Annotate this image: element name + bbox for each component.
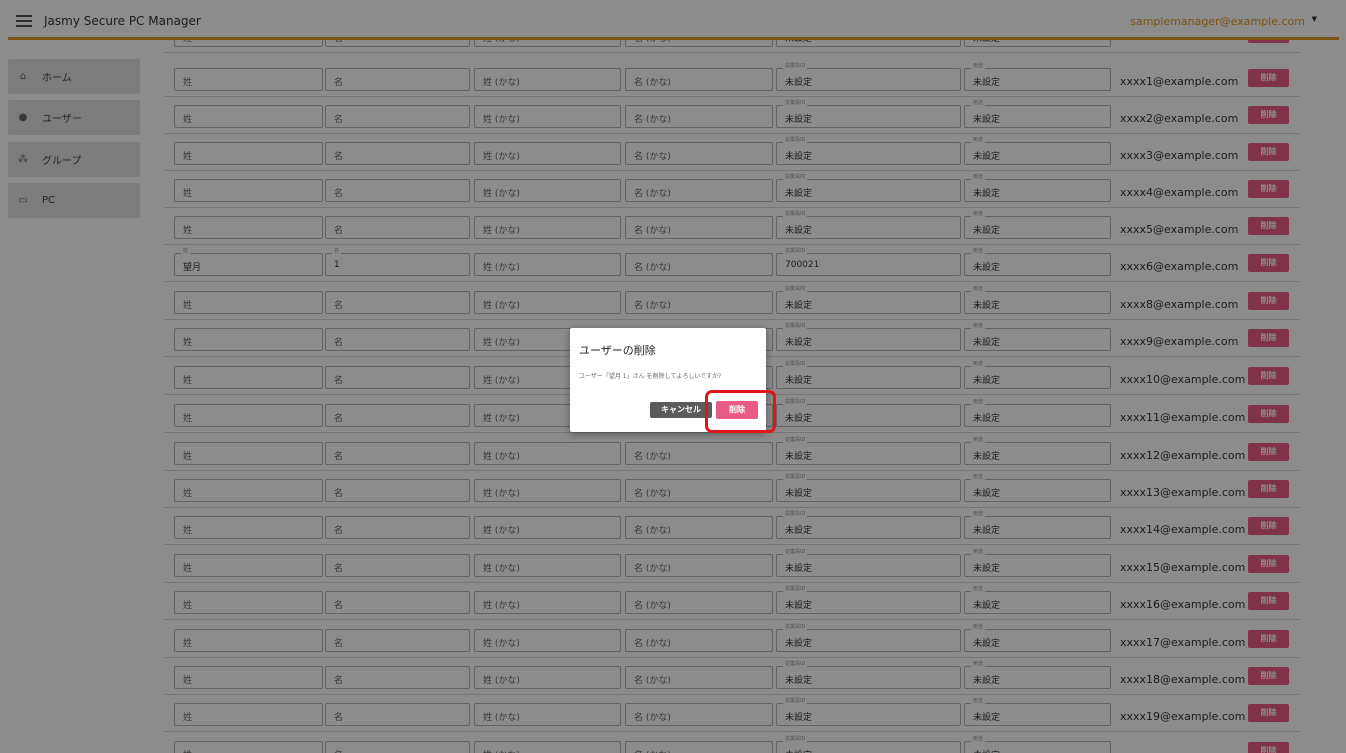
cancel-button[interactable]: キャンセル xyxy=(650,402,712,418)
dialog-title: ユーザーの削除 xyxy=(579,344,656,357)
dialog-message: ユーザー「望月 1」さん を削除してよろしいですか? xyxy=(579,373,722,380)
confirm-delete-button[interactable]: 削除 xyxy=(716,401,758,419)
delete-user-dialog: ユーザーの削除 ユーザー「望月 1」さん を削除してよろしいですか? キャンセル… xyxy=(570,328,766,432)
